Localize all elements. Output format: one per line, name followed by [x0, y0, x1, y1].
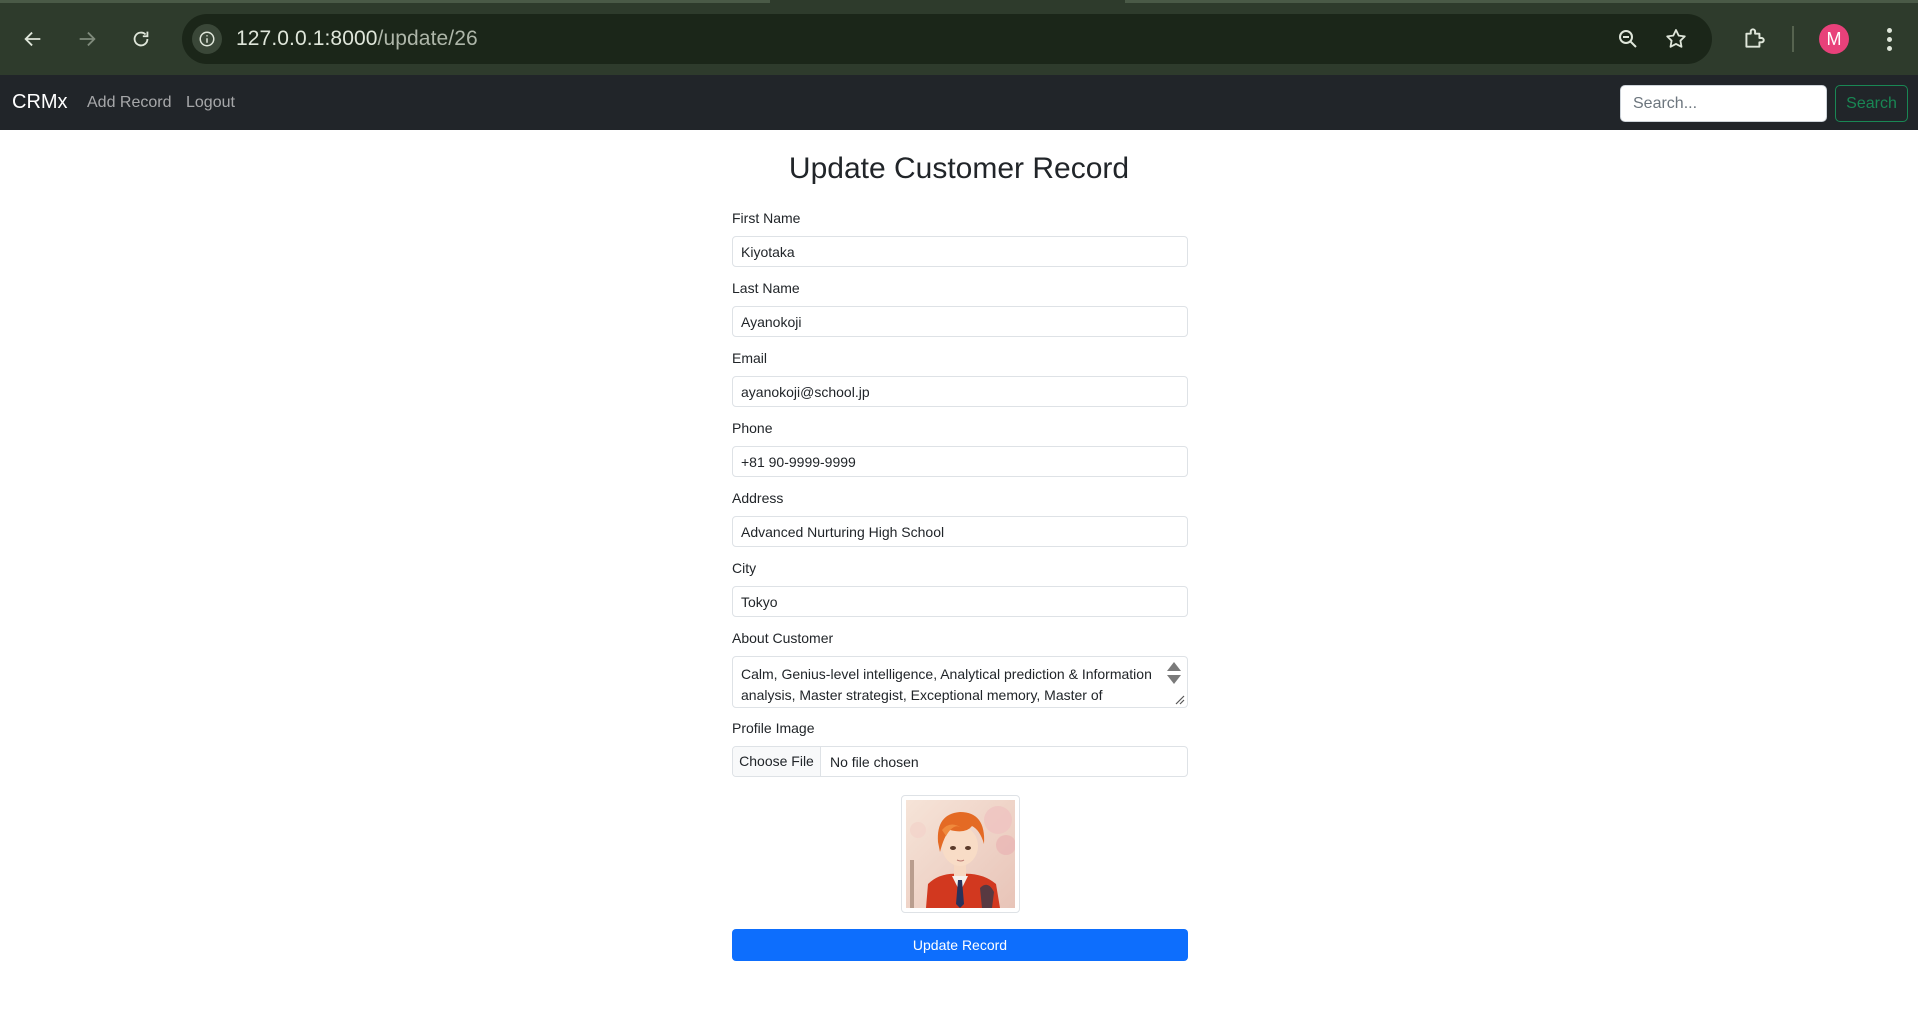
phone-field[interactable]: [732, 446, 1188, 477]
profile-thumbnail: [901, 795, 1020, 913]
page-title: Update Customer Record: [788, 152, 1130, 185]
city-label: City: [732, 560, 757, 576]
about-label: About Customer: [732, 630, 834, 646]
back-button[interactable]: [16, 22, 50, 56]
zoom-icon[interactable]: [1614, 25, 1642, 53]
nav-add-record[interactable]: Add Record: [87, 94, 172, 112]
forward-button[interactable]: [70, 22, 104, 56]
email-label: Email: [732, 350, 768, 366]
about-textarea[interactable]: Calm, Genius-level intelligence, Analyti…: [732, 656, 1188, 708]
address-bar[interactable]: 127.0.0.1:8000/update/26: [182, 14, 1712, 64]
scroll-down-arrow-icon[interactable]: [1167, 675, 1181, 684]
address-label: Address: [732, 490, 784, 506]
first-name-field[interactable]: [732, 236, 1188, 267]
browser-toolbar: 127.0.0.1:8000/update/26 M: [0, 0, 1918, 75]
last-name-field[interactable]: [732, 306, 1188, 337]
first-name-label: First Name: [732, 210, 801, 226]
address-field[interactable]: [732, 516, 1188, 547]
toolbar-divider: [1792, 26, 1794, 52]
last-name-label: Last Name: [732, 280, 800, 296]
profile-image-label: Profile Image: [732, 720, 815, 736]
url-host: 127.0.0.1:8000: [236, 27, 378, 50]
phone-label: Phone: [732, 420, 773, 436]
profile-portrait-image: [906, 800, 1015, 908]
update-record-button[interactable]: Update Record: [732, 929, 1188, 961]
search-button[interactable]: Search: [1835, 85, 1908, 122]
browser-menu-icon[interactable]: [1874, 24, 1904, 54]
extensions-icon[interactable]: [1739, 23, 1769, 53]
arrow-left-icon: [24, 31, 41, 47]
reload-button[interactable]: [124, 22, 158, 56]
url-path: /update/26: [377, 27, 478, 50]
arrow-right-icon: [79, 31, 96, 47]
tab-edge-left: [0, 0, 770, 3]
about-text: Calm, Genius-level intelligence, Analyti…: [741, 666, 1152, 703]
app-navbar: CRMx Add Record Logout Search: [0, 75, 1918, 130]
reload-icon: [133, 31, 149, 47]
bookmark-star-icon[interactable]: [1662, 25, 1690, 53]
profile-avatar[interactable]: M: [1819, 24, 1849, 54]
profile-image-input[interactable]: Choose File No file chosen: [732, 746, 1188, 777]
resize-handle-icon[interactable]: [1173, 693, 1185, 705]
brand-link[interactable]: CRMx: [12, 91, 68, 114]
choose-file-button[interactable]: Choose File: [733, 747, 821, 776]
nav-logout[interactable]: Logout: [186, 94, 235, 112]
search-input[interactable]: [1620, 85, 1827, 122]
site-info-icon[interactable]: [192, 24, 222, 54]
scroll-up-arrow-icon[interactable]: [1167, 662, 1181, 671]
url-text[interactable]: 127.0.0.1:8000/update/26: [236, 27, 478, 51]
tab-edge-right: [1125, 0, 1918, 3]
email-field[interactable]: [732, 376, 1188, 407]
file-status-text: No file chosen: [830, 754, 919, 770]
city-field[interactable]: [732, 586, 1188, 617]
